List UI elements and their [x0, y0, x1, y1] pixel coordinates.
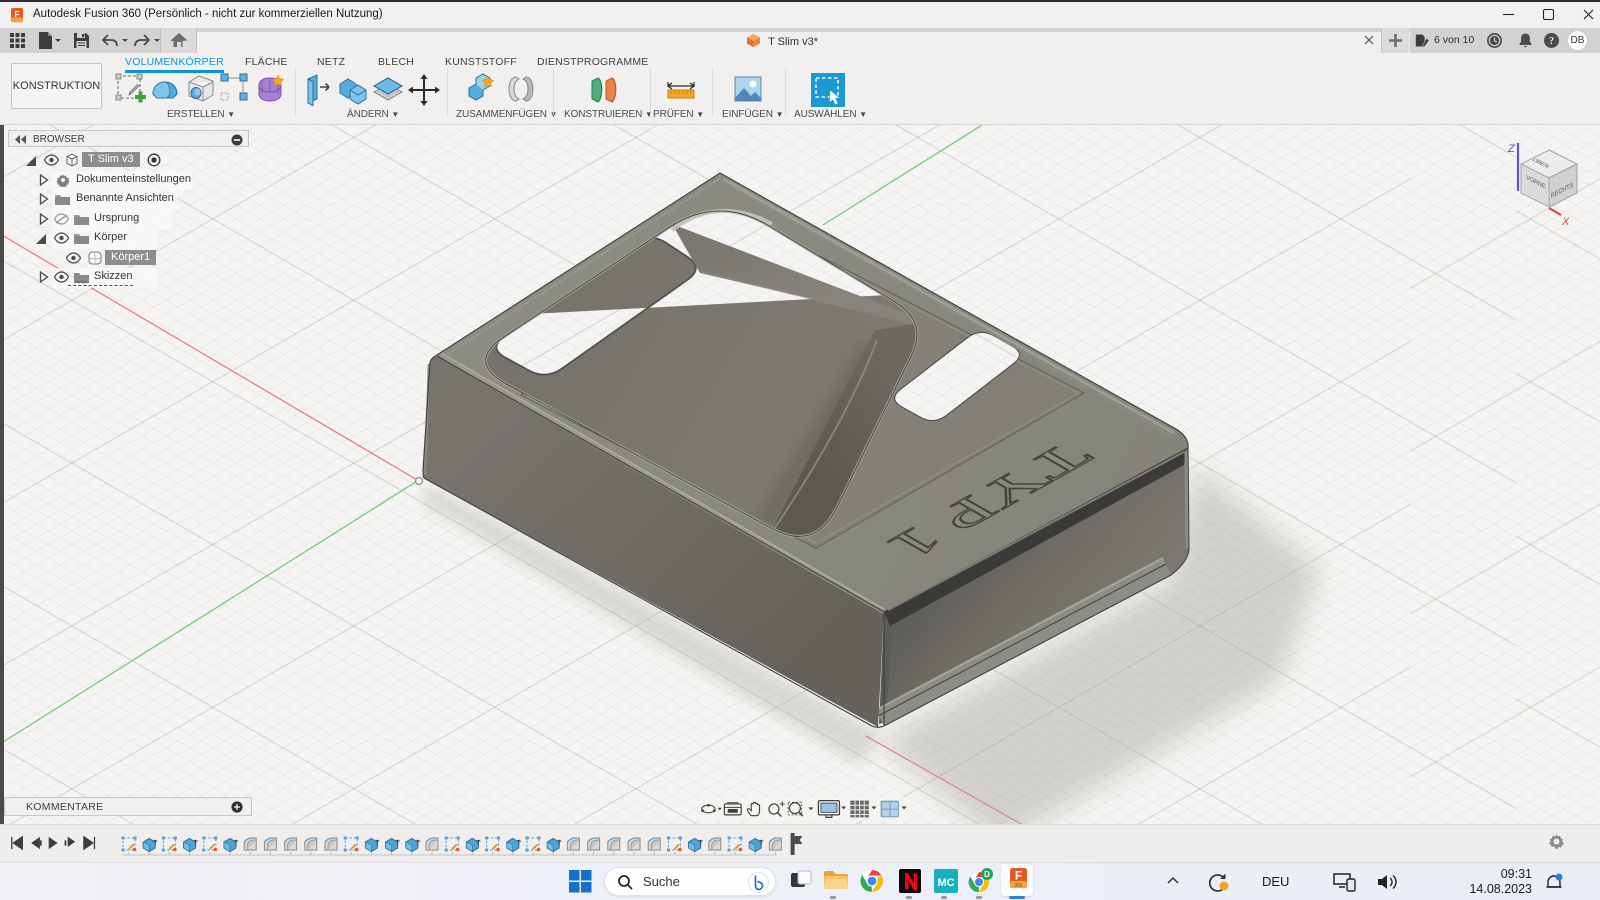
svg-text:MC: MC: [937, 877, 954, 889]
svg-text:F: F: [1015, 869, 1022, 883]
svg-text:X: X: [1561, 216, 1570, 228]
svg-text:360: 360: [1015, 883, 1023, 888]
svg-text:D: D: [984, 870, 990, 879]
svg-text:Z: Z: [1507, 143, 1516, 155]
svg-text:F: F: [14, 9, 19, 19]
svg-text:?: ?: [1549, 36, 1554, 47]
